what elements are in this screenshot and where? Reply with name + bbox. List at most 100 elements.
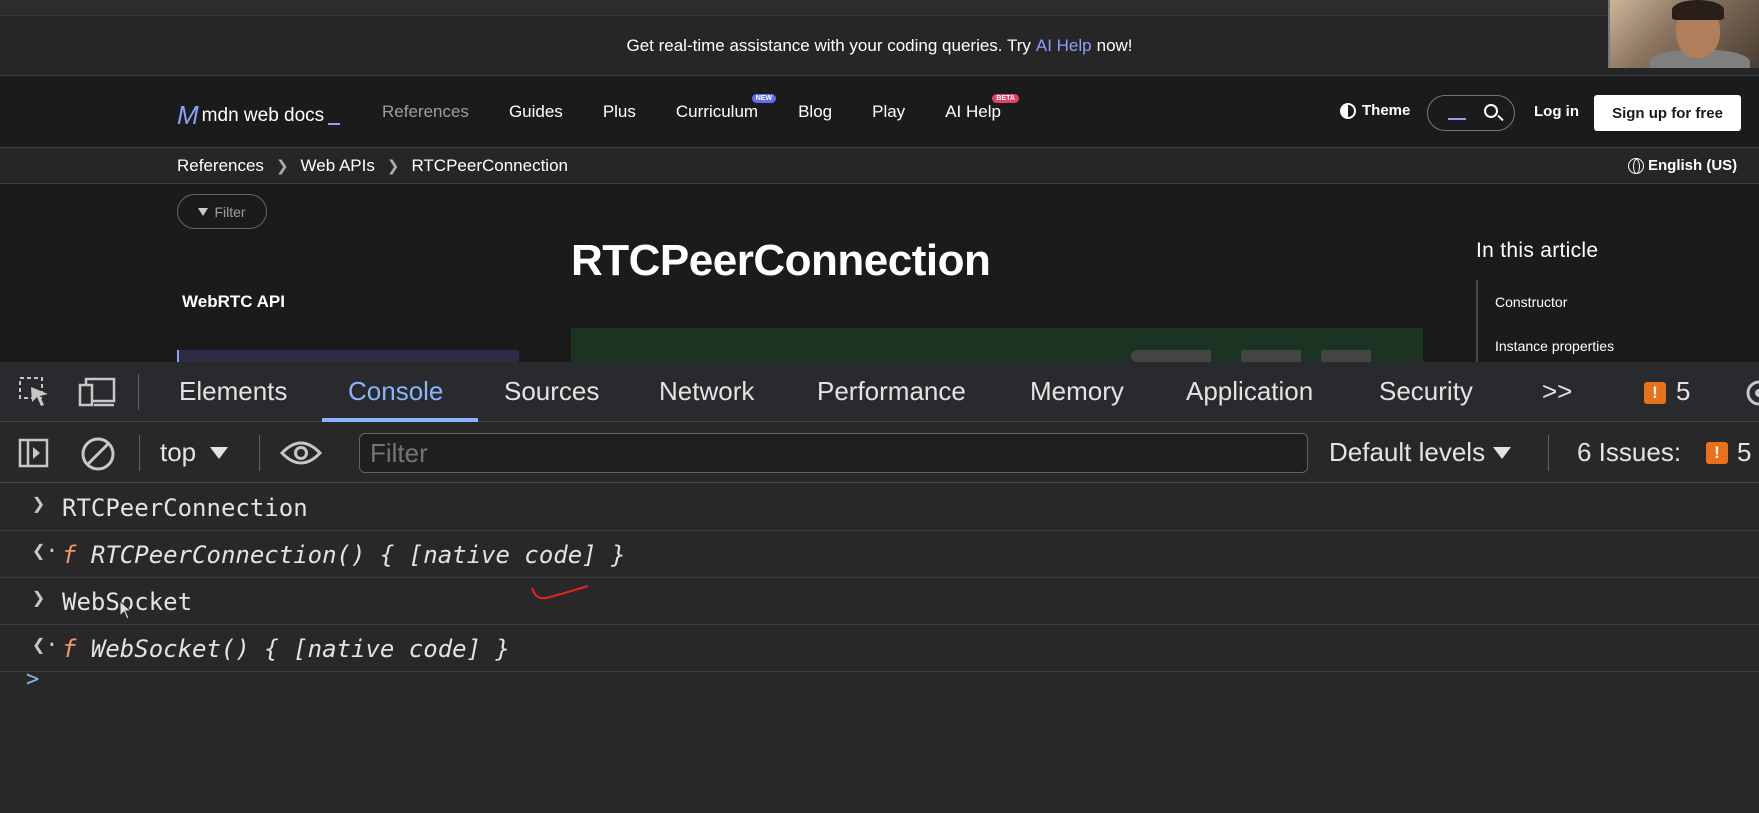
dropdown-arrow-icon bbox=[210, 446, 229, 459]
console-filter-input[interactable] bbox=[359, 433, 1308, 473]
context-selector[interactable]: top bbox=[160, 437, 229, 468]
nav-plus[interactable]: Plus bbox=[603, 102, 636, 122]
logo-cursor-icon bbox=[328, 107, 341, 125]
tab-elements[interactable]: Elements bbox=[179, 376, 287, 407]
nav-guides[interactable]: Guides bbox=[509, 102, 563, 122]
mdn-logo-text: mdn web docs bbox=[201, 104, 325, 126]
mdn-logo[interactable]: M mdn web docs bbox=[177, 100, 341, 131]
banner-text-suffix: now! bbox=[1096, 35, 1133, 55]
nav-references[interactable]: References bbox=[382, 102, 469, 122]
nav-curriculum-label: Curriculum bbox=[675, 102, 759, 121]
language-label: English (US) bbox=[1648, 157, 1738, 174]
nav-ai-help[interactable]: AI Help BETA bbox=[945, 94, 1019, 122]
issues-counter-count[interactable]: 5 bbox=[1737, 437, 1751, 468]
log-levels-dropdown[interactable]: Default levels bbox=[1329, 437, 1512, 468]
mouse-pointer-icon bbox=[119, 600, 133, 620]
webcam-overlay bbox=[1608, 0, 1759, 68]
console-input-line[interactable]: ❯ RTCPeerConnection bbox=[0, 484, 1759, 531]
active-tab-indicator bbox=[322, 418, 478, 422]
site-search-button[interactable] bbox=[1427, 95, 1515, 131]
sidebar-title[interactable]: WebRTC API bbox=[182, 292, 285, 312]
banner-text-prefix: Get real-time assistance with your codin… bbox=[626, 35, 1031, 55]
console-prompt[interactable]: > bbox=[26, 667, 39, 692]
breadcrumb-current[interactable]: RTCPeerConnection bbox=[411, 156, 568, 176]
breadcrumb-bar: References ❯ Web APIs ❯ RTCPeerConnectio… bbox=[0, 148, 1759, 184]
sidebar-active-item[interactable] bbox=[177, 350, 519, 362]
tab-performance[interactable]: Performance bbox=[817, 376, 966, 407]
baseline-banner bbox=[571, 328, 1423, 362]
console-input-line[interactable]: ❯ WebSocket bbox=[0, 578, 1759, 625]
filter-label: Filter bbox=[214, 203, 246, 220]
chevron-right-icon: ❯ bbox=[32, 586, 46, 611]
console-output-line[interactable]: ❮· f RTCPeerConnection() { [native code]… bbox=[0, 531, 1759, 578]
warning-icon[interactable]: ! bbox=[1644, 382, 1666, 404]
breadcrumb: References ❯ Web APIs ❯ RTCPeerConnectio… bbox=[177, 156, 568, 176]
inspect-element-icon[interactable] bbox=[18, 376, 52, 408]
nav-curriculum[interactable]: Curriculum NEW bbox=[675, 94, 777, 122]
mdn-header: M mdn web docs References Guides Plus Cu… bbox=[0, 76, 1759, 148]
language-switcher[interactable]: English (US) bbox=[1628, 157, 1737, 174]
tab-console[interactable]: Console bbox=[348, 376, 443, 407]
console-toolbar: top Default levels 6 Issues: ! 5 bbox=[0, 423, 1759, 483]
nav-blog[interactable]: Blog bbox=[798, 102, 832, 122]
red-checkmark-annotation bbox=[531, 585, 589, 600]
function-prefix: f bbox=[62, 635, 77, 663]
globe-icon bbox=[1628, 157, 1644, 174]
tab-application[interactable]: Application bbox=[1186, 376, 1313, 407]
divider bbox=[138, 374, 139, 410]
divider bbox=[139, 435, 140, 471]
sidebar-toggle-icon[interactable] bbox=[18, 438, 50, 468]
theme-icon bbox=[1340, 102, 1356, 119]
page-title: RTCPeerConnection bbox=[571, 236, 991, 285]
return-arrow-icon: ❮· bbox=[32, 633, 59, 658]
sidebar-filter-button[interactable]: Filter bbox=[177, 194, 267, 229]
nav-play[interactable]: Play bbox=[872, 102, 905, 122]
issues-counter-label[interactable]: 6 Issues: bbox=[1577, 437, 1681, 468]
console-output-text: RTCPeerConnection() { [native code] } bbox=[90, 541, 626, 569]
toc-rail bbox=[1476, 280, 1478, 362]
breadcrumb-web-apis[interactable]: Web APIs bbox=[301, 156, 375, 176]
theme-toggle[interactable]: Theme bbox=[1340, 102, 1410, 119]
beta-badge: BETA bbox=[992, 94, 1019, 103]
browser-tab-strip bbox=[0, 0, 1759, 16]
theme-label: Theme bbox=[1362, 102, 1411, 119]
device-toolbar-icon[interactable] bbox=[78, 376, 118, 408]
chevron-right-icon: ❯ bbox=[275, 158, 289, 175]
funnel-icon bbox=[198, 207, 209, 216]
more-tabs-button[interactable]: >> bbox=[1542, 376, 1572, 407]
tab-security[interactable]: Security bbox=[1379, 376, 1473, 407]
console-output-line[interactable]: ❮· f WebSocket() { [native code] } bbox=[0, 625, 1759, 672]
toc-item-constructor[interactable]: Constructor bbox=[1495, 294, 1567, 310]
ai-help-link[interactable]: AI Help bbox=[1036, 36, 1092, 56]
tab-network[interactable]: Network bbox=[659, 376, 754, 407]
announcement-banner: Get real-time assistance with your codin… bbox=[0, 16, 1759, 76]
issues-badge-count[interactable]: 5 bbox=[1676, 376, 1690, 407]
devtools-panel: Elements Console Sources Network Perform… bbox=[0, 362, 1759, 813]
main-nav: References Guides Plus Curriculum NEW Bl… bbox=[382, 94, 1041, 122]
warning-icon[interactable]: ! bbox=[1706, 442, 1728, 464]
console-input-text: RTCPeerConnection bbox=[62, 494, 308, 522]
dropdown-arrow-icon bbox=[1493, 446, 1512, 459]
toc-item-instance-properties[interactable]: Instance properties bbox=[1495, 338, 1614, 354]
live-expression-eye-icon[interactable] bbox=[280, 439, 322, 467]
chevron-right-icon: ❯ bbox=[32, 492, 46, 517]
tab-sources[interactable]: Sources bbox=[504, 376, 599, 407]
console-output-text: WebSocket() { [native code] } bbox=[90, 635, 510, 663]
browser-compat-icons bbox=[1131, 350, 1391, 362]
chevron-right-icon: ❯ bbox=[386, 158, 400, 175]
divider bbox=[1548, 435, 1549, 471]
context-selector-value: top bbox=[160, 437, 197, 467]
signup-button[interactable]: Sign up for free bbox=[1594, 95, 1741, 131]
console-output: ❯ RTCPeerConnection ❮· f RTCPeerConnecti… bbox=[0, 484, 1759, 813]
login-link[interactable]: Log in bbox=[1534, 103, 1579, 120]
return-arrow-icon: ❮· bbox=[32, 539, 59, 564]
function-prefix: f bbox=[62, 541, 77, 569]
divider bbox=[259, 435, 260, 471]
settings-gear-icon[interactable] bbox=[1740, 376, 1759, 410]
tab-memory[interactable]: Memory bbox=[1030, 376, 1124, 407]
breadcrumb-references[interactable]: References bbox=[177, 156, 264, 176]
clear-console-icon[interactable] bbox=[80, 436, 116, 472]
mdn-logo-mark-icon: M bbox=[177, 100, 199, 130]
search-icon bbox=[1484, 104, 1498, 118]
search-caret-icon bbox=[1448, 118, 1466, 120]
